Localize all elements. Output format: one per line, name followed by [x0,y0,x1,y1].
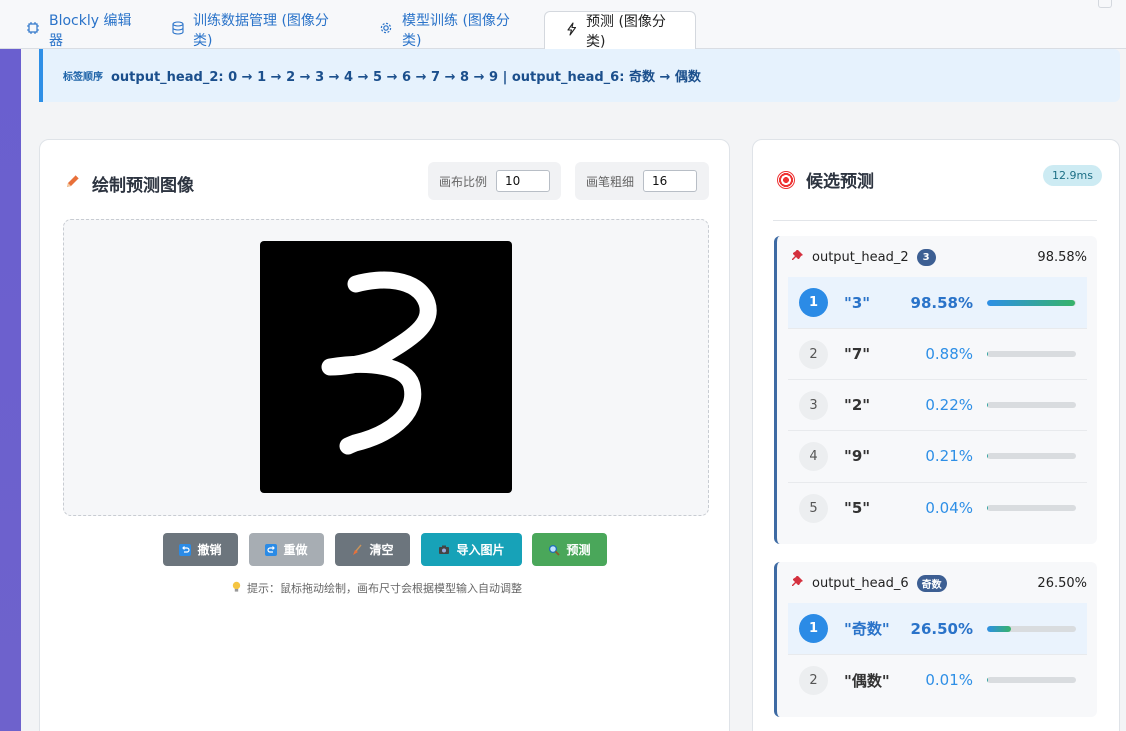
tab-label: 模型训练 (图像分类) [402,13,510,49]
handwritten-digit-stroke [321,271,437,455]
prediction-row: 2 "7" 0.88% [788,328,1087,379]
broom-icon [351,544,363,556]
tab-label: 预测 (图像分类) [586,13,666,50]
draw-panel: 绘制预测图像 画布比例 画笔粗细 撤销 重做 [39,139,730,731]
brush-size-control: 画笔粗细 [575,162,709,200]
class-label: "3" [844,293,871,312]
search-icon [548,544,561,556]
banner-label: 标签顺序 [63,72,103,83]
predict-button[interactable]: 预测 [532,533,607,566]
redo-icon [265,543,278,556]
tab-predict[interactable]: 预测 (图像分类) [544,11,696,50]
output-head-name: output_head_2 [812,250,909,265]
clear-button[interactable]: 清空 [335,533,410,566]
pushpin-icon [791,574,804,592]
class-percent: 98.58% [910,293,973,312]
probability-bar [987,505,1076,511]
probability-bar [987,299,1076,306]
class-percent: 0.22% [925,396,973,414]
tab-model-training[interactable]: 模型训练 (图像分类) [356,11,544,49]
tab-label: Blockly 编辑器 [49,13,132,49]
top-class-percent: 98.58% [1037,250,1087,265]
tab-blockly-editor[interactable]: Blockly 编辑器 [3,11,157,49]
draw-panel-title: 绘制预测图像 [64,171,194,196]
lightbulb-icon [232,581,241,596]
rank-badge: 1 [799,288,828,317]
sidebar-accent [0,49,21,731]
database-icon [172,21,184,39]
divider [773,220,1097,221]
window-corner-control[interactable] [1098,0,1112,8]
rank-badge: 1 [799,614,828,643]
rank-badge: 2 [799,339,828,369]
predictions-panel: 候选预测 12.9ms output_head_2 3 98.58% 1 "3"… [752,139,1120,731]
prediction-row: 2 "偶数" 0.01% [788,654,1087,705]
probability-bar [987,677,1076,683]
lightning-icon [567,21,577,40]
rank-badge: 2 [799,665,828,695]
canvas-scale-label: 画布比例 [439,174,488,189]
import-image-button[interactable]: 导入图片 [421,533,522,566]
gear-icon [379,21,393,39]
canvas-scale-input[interactable] [496,170,551,192]
probability-bar [987,402,1076,408]
class-percent: 0.01% [925,671,973,689]
predictions-title: 候选预测 [777,167,874,192]
drawing-canvas[interactable] [260,241,512,493]
camera-icon [438,544,450,556]
prediction-row: 5 "5" 0.04% [788,482,1087,533]
class-label: "9" [844,447,871,465]
brush-size-input[interactable] [643,170,698,192]
class-percent: 26.50% [910,619,973,638]
class-label: "2" [844,396,871,414]
top-class-badge: 奇数 [916,575,947,592]
prediction-row: 4 "9" 0.21% [788,430,1087,481]
pencil-icon [64,172,82,195]
rank-badge: 3 [799,390,828,420]
target-icon [777,170,795,189]
output-head-card: output_head_6 奇数 26.50% 1 "奇数" 26.50% 2 … [774,562,1097,717]
redo-button[interactable]: 重做 [249,533,324,566]
tab-training-data[interactable]: 训练数据管理 (图像分类) [149,11,363,49]
cpu-icon [26,21,40,39]
inference-time-badge: 12.9ms [1043,165,1102,186]
class-label: "奇数" [844,620,890,638]
probability-bar [987,351,1076,357]
label-order-banner: 标签顺序 output_head_2: 0 → 1 → 2 → 3 → 4 → … [39,49,1120,102]
top-class-badge: 3 [916,249,936,266]
class-percent: 0.21% [925,447,973,465]
tab-label: 训练数据管理 (图像分类) [193,13,329,49]
class-label: "偶数" [844,671,890,690]
banner-text: output_head_2: 0 → 1 → 2 → 3 → 4 → 5 → 6… [111,70,701,85]
undo-button[interactable]: 撤销 [163,533,238,566]
output-head-header: output_head_2 3 [791,248,936,266]
probability-bar [987,625,1076,632]
top-class-percent: 26.50% [1037,576,1087,591]
canvas-container [63,219,709,516]
class-percent: 0.04% [925,499,973,517]
output-head-header: output_head_6 奇数 [791,574,947,592]
prediction-row: 1 "3" 98.58% [788,277,1087,328]
pushpin-icon [791,248,804,266]
prediction-row: 1 "奇数" 26.50% [788,603,1087,654]
undo-icon [179,543,192,556]
class-label: "5" [844,499,871,517]
class-percent: 0.88% [925,345,973,363]
tab-bar: Blockly 编辑器 训练数据管理 (图像分类) 模型训练 (图像分类) 预测… [0,0,1126,50]
canvas-scale-control: 画布比例 [428,162,561,200]
class-label: "7" [844,345,871,363]
probability-bar [987,453,1076,459]
output-head-name: output_head_6 [812,576,909,591]
rank-badge: 4 [799,441,828,471]
drawing-hint: 提示：鼠标拖动绘制，画布尺寸会根据模型输入自动调整 [232,580,522,596]
rank-badge: 5 [799,493,828,523]
prediction-row: 3 "2" 0.22% [788,379,1087,430]
output-head-card: output_head_2 3 98.58% 1 "3" 98.58% 2 "7… [774,236,1097,544]
brush-size-label: 画笔粗细 [586,174,635,189]
